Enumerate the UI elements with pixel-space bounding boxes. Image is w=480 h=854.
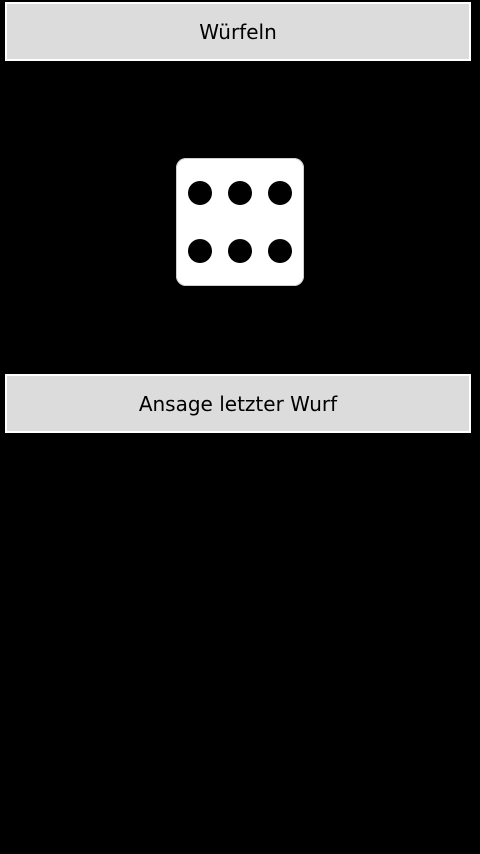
die-pip (268, 239, 292, 263)
dice-face-icon (176, 158, 304, 286)
die-pip (228, 181, 252, 205)
roll-dice-button[interactable]: Würfeln (5, 2, 471, 61)
die-pip (268, 181, 292, 205)
die-pip (188, 239, 212, 263)
die-pip (228, 239, 252, 263)
die-pip (188, 181, 212, 205)
announce-last-roll-button[interactable]: Ansage letzter Wurf (5, 374, 471, 433)
app-screen: Würfeln Ansage letzter Wurf (0, 0, 480, 854)
